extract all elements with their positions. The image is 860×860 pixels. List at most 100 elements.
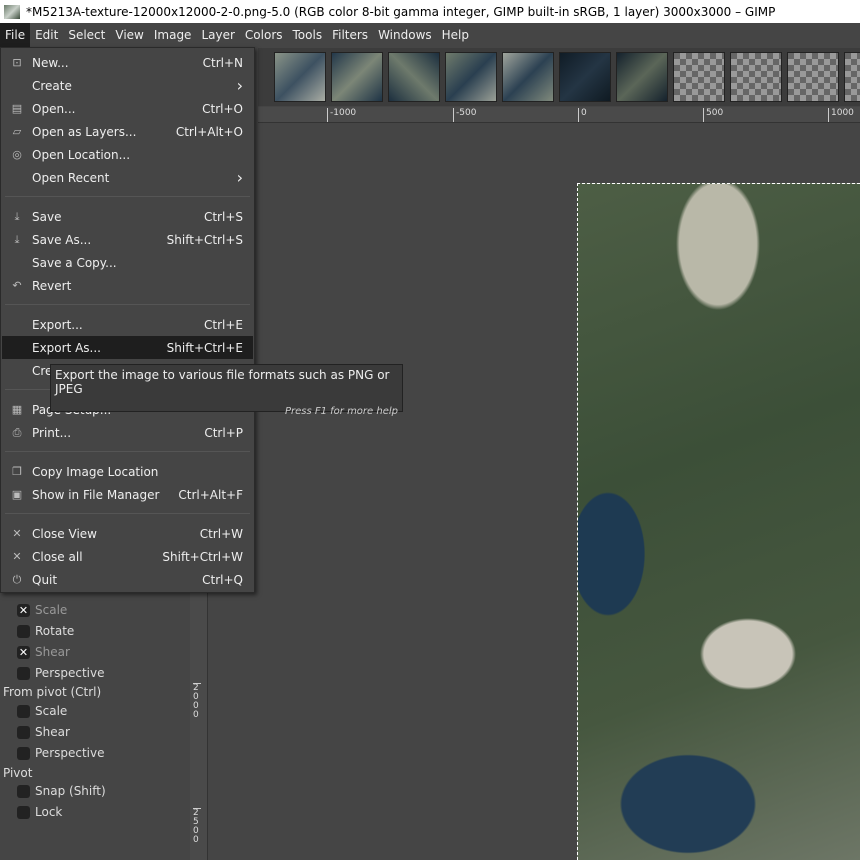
menu-item-label: Copy Image Location <box>32 464 159 479</box>
ruler-label: 2000 <box>193 683 201 720</box>
menu-item-label: Create <box>32 78 72 93</box>
thumbnail[interactable] <box>616 52 668 102</box>
menu-edit[interactable]: Edit <box>30 23 63 47</box>
menu-view[interactable]: View <box>110 23 148 47</box>
checkbox[interactable] <box>17 746 30 760</box>
menu-item-label: Open... <box>32 101 76 116</box>
menu-separator <box>5 196 250 197</box>
menu-item-export[interactable]: Export... Ctrl+E <box>2 313 253 336</box>
menu-item-close-view[interactable]: ✕ Close View Ctrl+W <box>2 522 253 545</box>
menu-item-print[interactable]: ⎙ Print... Ctrl+P <box>2 421 253 444</box>
menu-item-label: Open Recent <box>32 170 110 185</box>
option-perspective[interactable]: Perspective <box>17 746 105 760</box>
menu-item-label: Revert <box>32 278 72 293</box>
menu-item-shortcut: Shift+Ctrl+S <box>166 232 243 247</box>
menu-item-quit[interactable]: ⏻ Quit Ctrl+Q <box>2 568 253 591</box>
menu-separator <box>5 451 250 452</box>
option-shear[interactable]: ✕ Shear <box>17 645 70 659</box>
thumbnail[interactable] <box>445 52 497 102</box>
menu-tools[interactable]: Tools <box>288 23 328 47</box>
option-lock[interactable]: Lock <box>17 805 62 819</box>
checkbox-label: Perspective <box>35 666 105 680</box>
checkbox[interactable]: ✕ <box>17 603 30 617</box>
section-label: Pivot <box>3 766 33 780</box>
globe-icon: ◎ <box>12 148 22 161</box>
menu-item-export-as[interactable]: Export As... Shift+Ctrl+E <box>2 336 253 359</box>
file-menu: ⊡ New... Ctrl+N Create › ▤ Open... Ctrl+O ▱ Open … <box>0 47 255 593</box>
menu-item-open-as-layers[interactable]: ▱ Open as Layers... Ctrl+Alt+O <box>2 120 253 143</box>
menu-file[interactable]: File <box>0 23 31 47</box>
menu-item-new[interactable]: ⊡ New... Ctrl+N <box>2 51 253 74</box>
horizontal-ruler[interactable]: -1000 -500 0 500 1000 <box>258 107 860 123</box>
option-snap-shift-[interactable]: Snap (Shift) <box>17 784 106 798</box>
menu-item-shortcut: Ctrl+N <box>202 55 243 70</box>
menu-item-label: Open Location... <box>32 147 131 162</box>
checkbox-label: Snap (Shift) <box>35 784 106 798</box>
thumbnail[interactable] <box>274 52 326 102</box>
option-scale[interactable]: ✕ Scale <box>17 603 67 617</box>
menu-item-close-all[interactable]: ✕ Close all Shift+Ctrl+W <box>2 545 253 568</box>
thumbnail[interactable] <box>844 52 860 102</box>
menu-colors[interactable]: Colors <box>240 23 288 47</box>
checkbox[interactable] <box>17 784 30 798</box>
option-shear[interactable]: Shear <box>17 725 70 739</box>
ruler-label: 0 <box>578 108 587 122</box>
menu-item-create[interactable]: Create › <box>2 74 253 97</box>
option-scale[interactable]: Scale <box>17 704 67 718</box>
checkbox[interactable] <box>17 666 30 680</box>
folder-icon: ▣ <box>11 488 23 501</box>
menu-filters[interactable]: Filters <box>327 23 373 47</box>
menu-item-save-as[interactable]: ⤓ Save As... Shift+Ctrl+S <box>2 228 253 251</box>
quit-icon: ⏻ <box>12 572 22 586</box>
menu-item-show-in-file-manager[interactable]: ▣ Show in File Manager Ctrl+Alt+F <box>2 483 253 506</box>
menu-item-open-location[interactable]: ◎ Open Location... <box>2 143 253 166</box>
menu-item-shortcut: Ctrl+E <box>204 317 243 332</box>
tooltip-help: Press F1 for more help <box>284 406 398 417</box>
thumbnail[interactable] <box>559 52 611 102</box>
menu-item-copy-image-location[interactable]: ❐ Copy Image Location <box>2 460 253 483</box>
menu-select[interactable]: Select <box>63 23 110 47</box>
menu-item-label: Save a Copy... <box>32 255 117 270</box>
menu-help[interactable]: Help <box>437 23 474 47</box>
menu-item-open[interactable]: ▤ Open... Ctrl+O <box>2 97 253 120</box>
menu-item-label: Save As... <box>32 232 92 247</box>
thumbnail[interactable] <box>388 52 440 102</box>
menu-item-shortcut: Ctrl+W <box>199 526 243 541</box>
menu-item-shortcut: › <box>236 168 243 187</box>
menu-item-label: Close View <box>32 526 97 541</box>
menu-windows[interactable]: Windows <box>373 23 437 47</box>
checkbox[interactable]: ✕ <box>17 645 30 659</box>
close-all-icon: ✕ <box>12 550 22 563</box>
menu-item-label: Show in File Manager <box>32 487 160 502</box>
option-perspective[interactable]: Perspective <box>17 666 105 680</box>
thumbnail[interactable] <box>673 52 725 102</box>
section-label: From pivot (Ctrl) <box>3 685 102 699</box>
menu-item-open-recent[interactable]: Open Recent › <box>2 166 253 189</box>
tooltip: Export the image to various file formats… <box>50 364 403 417</box>
menu-item-revert[interactable]: ↶ Revert <box>2 274 253 297</box>
thumbnail[interactable] <box>331 52 383 102</box>
print-icon: ⎙ <box>12 425 22 439</box>
menu-item-label: Save <box>32 209 62 224</box>
thumbnail[interactable] <box>787 52 839 102</box>
menu-item-label: New... <box>32 55 69 70</box>
open-layers-icon: ▱ <box>12 125 22 138</box>
menu-item-shortcut: Ctrl+O <box>202 101 243 116</box>
checkbox[interactable] <box>17 805 30 819</box>
thumbnail[interactable] <box>502 52 554 102</box>
menu-item-save-a-copy[interactable]: Save a Copy... <box>2 251 253 274</box>
menu-layer[interactable]: Layer <box>196 23 239 47</box>
menu-item-shortcut: › <box>236 76 243 95</box>
menu-item-shortcut: Ctrl+Alt+O <box>175 124 243 139</box>
checkbox[interactable] <box>17 725 30 739</box>
menu-image[interactable]: Image <box>149 23 197 47</box>
thumbnail[interactable] <box>730 52 782 102</box>
image-canvas[interactable] <box>577 183 860 860</box>
checkbox[interactable] <box>17 624 30 638</box>
checkbox-label: Scale <box>35 603 68 617</box>
option-rotate[interactable]: Rotate <box>17 624 74 638</box>
checkbox[interactable] <box>17 704 30 718</box>
checkbox-label: Perspective <box>35 746 105 760</box>
menu-item-save[interactable]: ⤓ Save Ctrl+S <box>2 205 253 228</box>
open-icon: ▤ <box>11 102 23 115</box>
